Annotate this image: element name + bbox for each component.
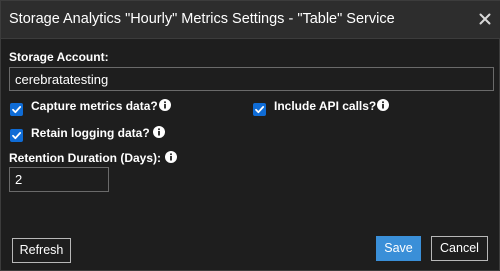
storage-account-label: Storage Account: bbox=[9, 50, 109, 64]
retain-logging-checkbox[interactable] bbox=[10, 129, 23, 142]
capture-metrics-checkbox[interactable] bbox=[10, 103, 23, 116]
retention-duration-input[interactable] bbox=[9, 167, 109, 192]
info-icon[interactable] bbox=[377, 99, 389, 111]
checkmark-icon bbox=[12, 132, 22, 140]
include-api-calls-label: Include API calls? bbox=[274, 99, 377, 113]
dialog-title: Storage Analytics "Hourly" Metrics Setti… bbox=[9, 11, 395, 27]
dialog-titlebar: Storage Analytics "Hourly" Metrics Setti… bbox=[1, 1, 500, 39]
include-api-calls-checkbox[interactable] bbox=[253, 103, 266, 116]
save-button[interactable]: Save bbox=[376, 236, 421, 261]
info-icon[interactable] bbox=[159, 99, 171, 111]
storage-account-input[interactable] bbox=[9, 67, 494, 91]
info-icon[interactable] bbox=[165, 151, 177, 163]
cancel-button[interactable]: Cancel bbox=[431, 236, 488, 261]
retain-logging-label: Retain logging data? bbox=[31, 126, 150, 140]
retention-duration-label: Retention Duration (Days): bbox=[9, 151, 162, 165]
checkmark-icon bbox=[255, 106, 265, 114]
info-icon[interactable] bbox=[153, 126, 165, 138]
capture-metrics-label: Capture metrics data? bbox=[31, 99, 158, 113]
refresh-button[interactable]: Refresh bbox=[12, 238, 71, 263]
metrics-settings-dialog: Storage Analytics "Hourly" Metrics Setti… bbox=[0, 0, 500, 271]
close-icon[interactable] bbox=[477, 11, 493, 27]
checkmark-icon bbox=[12, 106, 22, 114]
